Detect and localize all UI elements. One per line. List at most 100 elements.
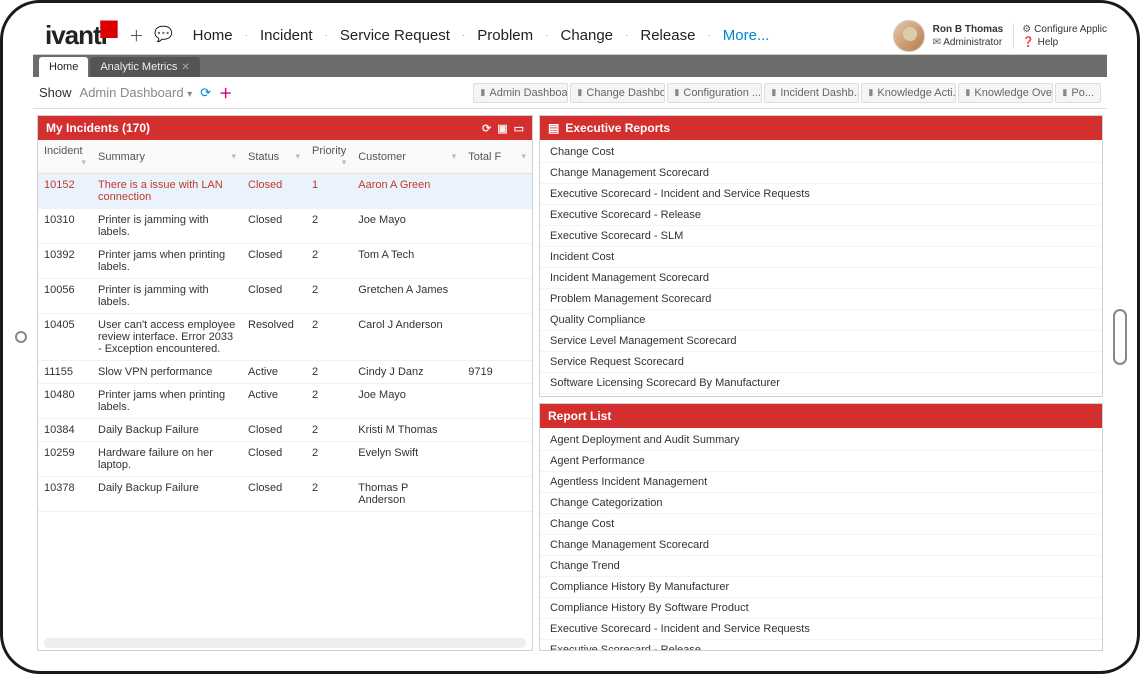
column-header[interactable]: Status▾ [242,140,306,174]
list-item[interactable]: Agentless Incident Management [540,472,1102,493]
list-item[interactable]: Change Cost [540,142,1102,163]
list-item[interactable]: Executive Scorecard - Release [540,205,1102,226]
chart-icon: ▮ [1062,87,1067,98]
exec-reports-title: Executive Reports [565,121,670,135]
dashboard-shortcut[interactable]: ▮Configuration ... [667,83,762,103]
chart-icon: ▮ [771,87,776,98]
dashboard-shortcut[interactable]: ▮Change Dashboa... [570,83,665,103]
chart-icon: ▮ [965,87,970,98]
list-item[interactable]: Service Request Scorecard [540,352,1102,373]
column-header[interactable]: Summary▾ [92,140,242,174]
exec-reports-header: ▤ Executive Reports [540,116,1102,140]
tab-analytic-metrics[interactable]: Analytic Metrics✕ [90,57,199,77]
device-side-button [1113,309,1127,365]
table-row[interactable]: 10310Printer is jamming with labels.Clos… [38,209,532,244]
user-role: Administrator [933,36,1004,49]
list-item[interactable]: Compliance History By Software Product [540,598,1102,619]
nav-home[interactable]: Home [187,27,239,44]
panel-expand-icon[interactable]: ▭ [514,122,524,135]
device-home-button [15,331,27,343]
list-item[interactable]: Executive Scorecard - SLM [540,226,1102,247]
help-link[interactable]: Help [1022,36,1107,49]
close-icon[interactable]: ✕ [181,62,189,73]
filter-icon[interactable]: ▾ [452,151,457,162]
list-item[interactable]: Incident Cost [540,247,1102,268]
nav-problem[interactable]: Problem [471,27,539,44]
chart-icon: ▮ [868,87,873,98]
list-item[interactable]: Agent Performance [540,451,1102,472]
list-item[interactable]: Change Management Scorecard [540,163,1102,184]
list-item[interactable]: Executive Scorecard - Incident and Servi… [540,619,1102,640]
app-logo: ivanti■ [37,20,115,51]
table-row[interactable]: 10378Daily Backup FailureClosed2Thomas P… [38,477,532,512]
list-item[interactable]: Compliance History By Manufacturer [540,577,1102,598]
avatar [893,20,925,52]
filter-icon[interactable]: ▾ [81,157,86,168]
document-icon: ▤ [548,121,559,135]
top-nav: Home·Incident·Service Request·Problem·Ch… [187,27,776,44]
user-name: Ron B Thomas [933,23,1004,36]
list-item[interactable]: Agent Deployment and Audit Summary [540,430,1102,451]
list-item[interactable]: Change Management Scorecard [540,535,1102,556]
column-header[interactable]: Total F▾ [462,140,532,174]
nav-service-request[interactable]: Service Request [334,27,456,44]
incidents-panel-title: My Incidents (170) [46,121,150,135]
add-icon[interactable]: ＋ [219,83,232,102]
chat-icon[interactable]: 💬 [154,25,173,46]
report-list-header: Report List [540,404,1102,428]
nav-incident[interactable]: Incident [254,27,319,44]
dashboard-shortcut[interactable]: ▮Knowledge Over... [958,83,1053,103]
list-item[interactable]: Change Trend [540,556,1102,577]
table-row[interactable]: 11155Slow VPN performanceActive2Cindy J … [38,361,532,384]
dashboard-shortcut[interactable]: ▮Knowledge Acti... [861,83,956,103]
table-row[interactable]: 10056Printer is jamming with labels.Clos… [38,279,532,314]
table-row[interactable]: 10405User can't access employee review i… [38,314,532,361]
list-item[interactable]: Incident Management Scorecard [540,268,1102,289]
filter-icon[interactable]: ▾ [521,151,526,162]
chart-icon: ▮ [674,87,679,98]
dashboard-shortcuts: ▮Admin Dashboard▮Change Dashboa...▮Confi… [473,83,1101,103]
filter-icon[interactable]: ▾ [342,157,347,168]
table-row[interactable]: 10152There is a issue with LAN connectio… [38,174,532,209]
nav-more[interactable]: More... [717,27,776,44]
panel-refresh-icon[interactable]: ⟳ [482,122,491,135]
table-row[interactable]: 10392Printer jams when printing labels.C… [38,244,532,279]
column-header[interactable]: Customer▾ [352,140,462,174]
list-item[interactable]: Executive Scorecard - Release [540,640,1102,650]
table-row[interactable]: 10384Daily Backup FailureClosed2Kristi M… [38,419,532,442]
list-item[interactable]: Change Cost [540,514,1102,535]
horizontal-scrollbar[interactable] [44,638,526,648]
refresh-icon[interactable]: ⟳ [200,85,211,101]
table-row[interactable]: 10480Printer jams when printing labels.A… [38,384,532,419]
chart-icon: ▮ [577,87,582,98]
tab-home[interactable]: Home [39,57,88,77]
incidents-table: Incident▾Summary▾Status▾Priority▾Custome… [38,140,532,512]
chart-icon: ▮ [480,87,485,98]
list-item[interactable]: Problem Management Scorecard [540,289,1102,310]
list-item[interactable]: Service Level Management Scorecard [540,331,1102,352]
dashboard-shortcut[interactable]: ▮Po... [1055,83,1101,103]
incidents-panel-header: My Incidents (170) ⟳ ▣ ▭ [38,116,532,140]
config-block: Configure Applic Help [1013,23,1107,49]
column-header[interactable]: Incident▾ [38,140,92,174]
nav-change[interactable]: Change [554,27,619,44]
column-header[interactable]: Priority▾ [306,140,352,174]
list-item[interactable]: Quality Compliance [540,310,1102,331]
new-icon[interactable]: ＋ [129,25,144,46]
filter-icon[interactable]: ▾ [295,151,300,162]
list-item[interactable]: Software Licensing Scorecard By Manufact… [540,373,1102,394]
list-item[interactable]: Change Categorization [540,493,1102,514]
user-block[interactable]: Ron B Thomas Administrator [893,20,1014,52]
dashboard-shortcut[interactable]: ▮Incident Dashb... [764,83,859,103]
show-label: Show [39,85,72,100]
table-row[interactable]: 10259Hardware failure on her laptop.Clos… [38,442,532,477]
dashboard-selector[interactable]: Admin Dashboard ▾ [80,85,193,100]
panel-popout-icon[interactable]: ▣ [497,122,507,135]
list-item[interactable]: Executive Scorecard - Incident and Servi… [540,184,1102,205]
filter-icon[interactable]: ▾ [231,151,236,162]
report-list: Agent Deployment and Audit SummaryAgent … [540,428,1102,650]
chevron-down-icon: ▾ [187,89,192,100]
dashboard-shortcut[interactable]: ▮Admin Dashboard [473,83,568,103]
nav-release[interactable]: Release [634,27,701,44]
configure-link[interactable]: Configure Applic [1022,23,1107,36]
